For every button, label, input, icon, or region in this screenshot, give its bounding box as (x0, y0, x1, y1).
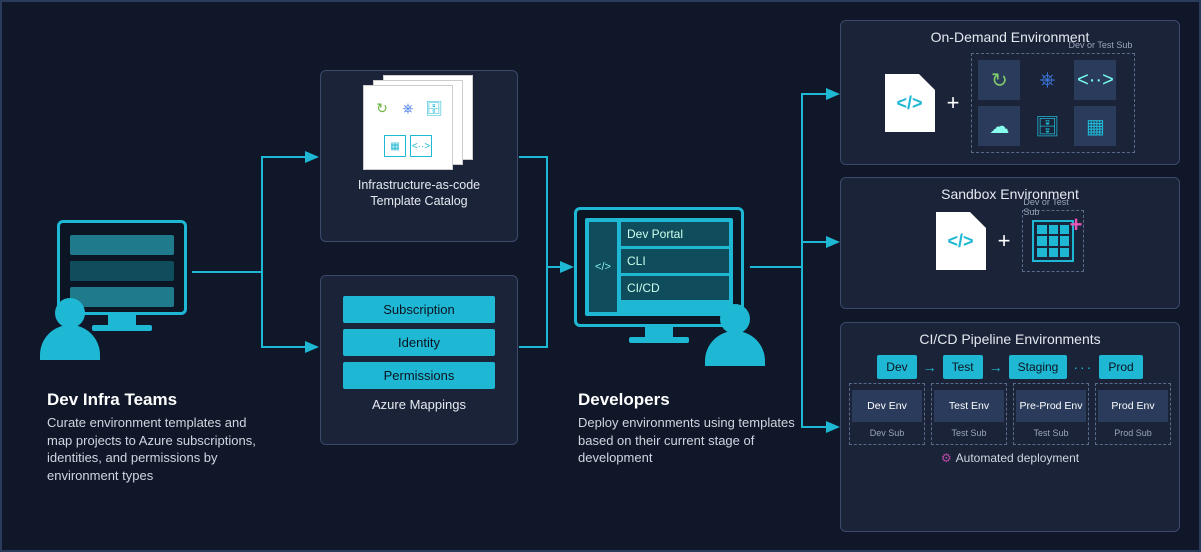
env-name: Prod Env (1098, 390, 1168, 422)
dev-item-cicd: CI/CD (621, 276, 729, 300)
arrow-icon: → (923, 359, 937, 375)
developers-heading: Developers (578, 390, 808, 410)
azure-pill-identity: Identity (343, 329, 495, 356)
devinfra-title: Dev Infra Teams Curate environment templ… (47, 390, 267, 484)
env-name: Pre-Prod Env (1016, 390, 1086, 422)
plus-icon: + (998, 228, 1011, 254)
grid-table-icon: ▦ (1074, 106, 1116, 146)
env-sub: Test Sub (1016, 428, 1086, 438)
kubernetes-icon: ⎈ (1026, 60, 1068, 100)
azure-pill-permissions: Permissions (343, 362, 495, 389)
gear-icon: ⚙ (941, 451, 952, 465)
kubernetes-icon: ⎈ (397, 98, 419, 120)
blueprint-icon: ▦ (384, 135, 406, 157)
developers-desc: Deploy environments using templates base… (578, 414, 808, 467)
devinfra-desc: Curate environment templates and map pro… (47, 414, 267, 484)
pipe-stage-test: Test (943, 355, 983, 379)
sandbox-environment: Sandbox Environment </> + Dev or Test Su… (840, 177, 1180, 309)
code-icon: <··> (410, 135, 432, 157)
env-name: Dev Env (852, 390, 922, 422)
grid-plus-icon: + (1032, 220, 1074, 262)
devinfra-heading: Dev Infra Teams (47, 390, 267, 410)
dev-item-cli: CLI (621, 249, 729, 273)
pipeline-title: CI/CD Pipeline Environments (841, 331, 1179, 347)
env-sub: Dev Sub (852, 428, 922, 438)
database-lightning-icon: 🗄 (1026, 106, 1068, 146)
spring-icon: ↻ (371, 98, 393, 120)
automated-deployment: ⚙ Automated deployment (841, 451, 1179, 465)
services-group: Dev or Test Sub + (1022, 210, 1084, 272)
services-group: Dev or Test Sub ↻ ⎈ <··> ☁ 🗄 ▦ (971, 53, 1135, 153)
env-sub: Prod Sub (1098, 428, 1168, 438)
plus-icon: + (947, 90, 960, 116)
pipe-stage-dev: Dev (877, 355, 916, 379)
auto-label: Automated deployment (956, 451, 1079, 465)
code-doc-icon: </> (936, 212, 986, 270)
env-cell-prod: Prod Env Prod Sub (1095, 383, 1171, 445)
on-demand-environment: On-Demand Environment </> + Dev or Test … (840, 20, 1180, 165)
code-doc-icon: </> (885, 74, 935, 132)
cicd-pipeline-environments: CI/CD Pipeline Environments Dev → Test →… (840, 322, 1180, 532)
azure-pill-subscription: Subscription (343, 296, 495, 323)
code-ellipsis-icon: <··> (1074, 60, 1116, 100)
iac-label: Infrastructure-as-code Template Catalog (333, 177, 505, 210)
developers-title: Developers Deploy environments using tem… (578, 390, 808, 467)
sandbox-title: Sandbox Environment (841, 186, 1179, 202)
developers-monitor: </> Dev Portal CLI CI/CD (574, 207, 744, 343)
env-name: Test Env (934, 390, 1004, 422)
code-tag-icon: </> (589, 222, 617, 312)
pipe-stage-prod: Prod (1099, 355, 1142, 379)
azure-mappings: Subscription Identity Permissions Azure … (320, 275, 518, 445)
env-sub: Test Sub (934, 428, 1004, 438)
env-cell-test: Test Env Test Sub (931, 383, 1007, 445)
sub-label: Dev or Test Sub (1069, 40, 1133, 50)
cloud-upload-icon: ☁ (978, 106, 1020, 146)
spring-icon: ↻ (978, 60, 1020, 100)
env-cell-dev: Dev Env Dev Sub (849, 383, 925, 445)
env-cell-preprod: Pre-Prod Env Test Sub (1013, 383, 1089, 445)
azure-label: Azure Mappings (339, 397, 499, 412)
database-icon: 🗄 (423, 98, 445, 120)
pipe-stage-staging: Staging (1009, 355, 1068, 379)
arrow-icon: → (989, 359, 1003, 375)
diagram-canvas: Dev Infra Teams Curate environment templ… (0, 0, 1201, 552)
iac-template-catalog: ↻ ⎈ 🗄 ▦ <··> Infrastructure-as-code Temp… (320, 70, 518, 242)
dev-item-portal: Dev Portal (621, 222, 729, 246)
devinfra-monitor (57, 220, 187, 331)
ellipsis-icon: ··· (1073, 359, 1093, 375)
